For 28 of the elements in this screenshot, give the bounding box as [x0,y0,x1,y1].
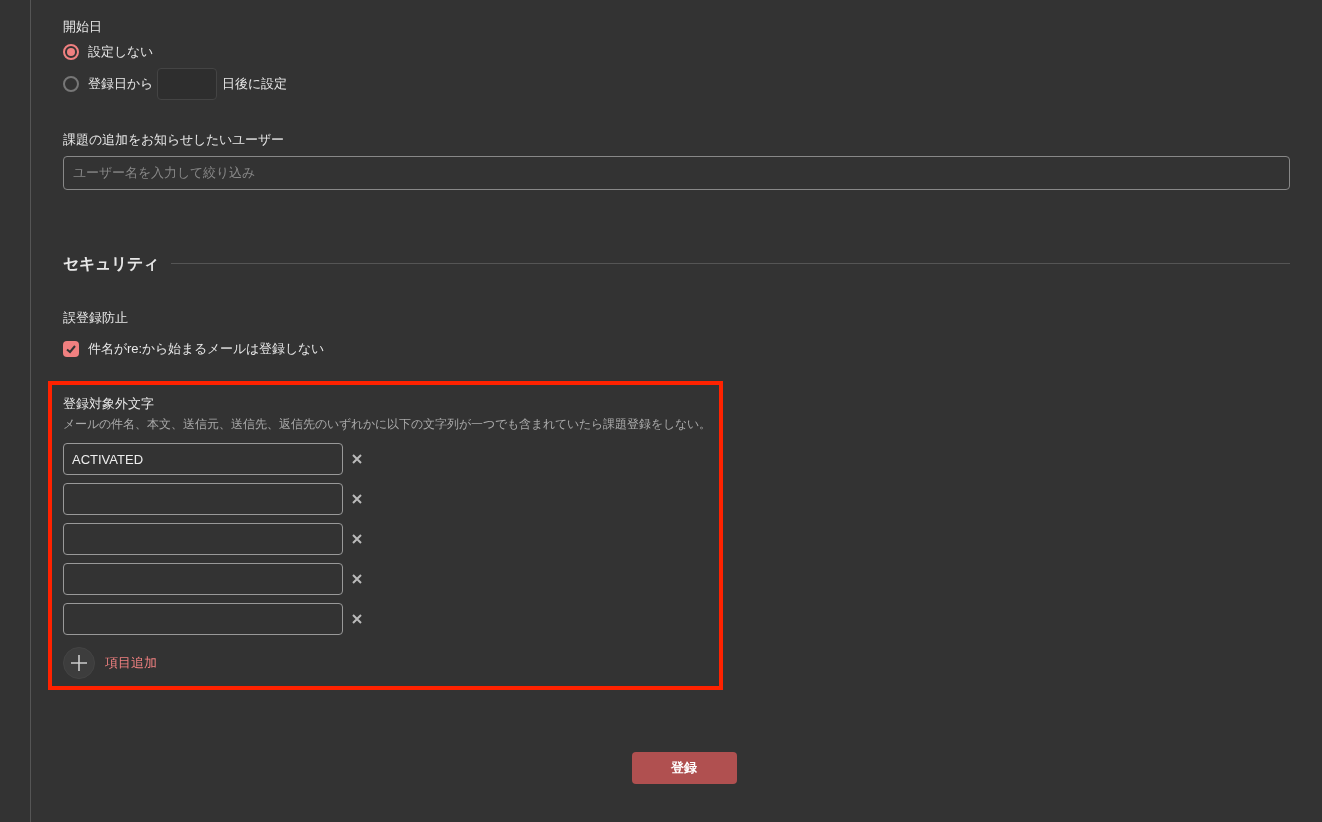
field-label: 登録対象外文字 [63,394,155,413]
text-input[interactable] [63,523,343,555]
close-icon[interactable] [352,494,362,504]
radio-label: 登録日から [88,75,153,94]
text-input[interactable]: ACTIVATED [63,443,343,475]
field-label: 誤登録防止 [63,308,129,327]
add-item-link[interactable]: 項目追加 [105,653,157,673]
text-input[interactable] [63,603,343,635]
text-input[interactable] [63,563,343,595]
user-filter-field[interactable]: ユーザー名を入力して絞り込み [63,155,1290,190]
field-label: 課題の追加をお知らせしたいユーザー [63,131,285,149]
close-icon[interactable] [352,614,362,624]
field-label: 開始日 [63,18,103,36]
radio-button[interactable] [63,76,79,92]
close-icon[interactable] [352,534,362,544]
checkbox[interactable] [63,340,79,357]
close-icon[interactable] [352,454,362,464]
section-heading: セキュリティ [63,253,159,274]
radio-suffix: 日後に設定 [222,75,287,94]
close-icon[interactable] [352,574,362,584]
add-button[interactable] [63,647,95,679]
radio-button[interactable] [63,44,79,60]
submit-button[interactable]: 登録 [631,752,737,784]
field-description: メールの件名、本文、送信元、送信先、返信先のいずれかに以下の文字列が一つでも含まれていたら課題登録をしない。 [63,416,712,433]
text-input[interactable] [63,483,343,515]
plus-icon [71,655,87,671]
checkbox-label: 件名がre:から始まるメールは登録しない [88,340,325,358]
radio-label: 設定しない [88,43,153,62]
